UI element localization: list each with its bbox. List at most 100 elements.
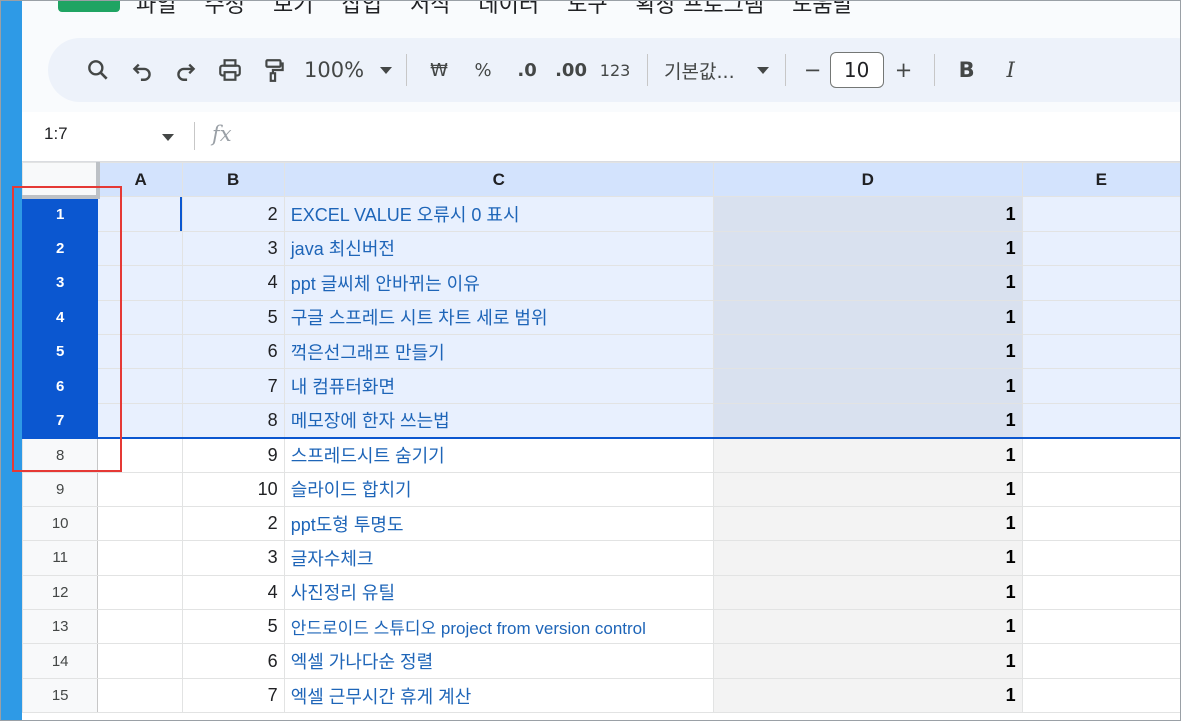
cell-d[interactable]: 1 bbox=[712, 643, 1023, 679]
cell-c[interactable]: EXCEL VALUE 오류시 0 표시 bbox=[283, 196, 714, 232]
currency-button[interactable]: ₩ bbox=[417, 50, 461, 90]
cell-b[interactable]: 8 bbox=[181, 402, 285, 439]
cell-c[interactable]: 스프레드시트 숨기기 bbox=[283, 437, 714, 473]
cell-b[interactable]: 3 bbox=[181, 230, 285, 267]
cell-b[interactable]: 6 bbox=[181, 643, 285, 679]
cell-c[interactable]: 메모장에 한자 쓰는법 bbox=[283, 402, 714, 439]
row-header[interactable]: 15 bbox=[22, 677, 99, 714]
cell-e[interactable] bbox=[1021, 402, 1181, 439]
cell-b[interactable]: 6 bbox=[181, 333, 285, 370]
cell-a[interactable] bbox=[97, 402, 183, 439]
cell-a[interactable] bbox=[97, 230, 183, 267]
column-header-c[interactable]: C bbox=[283, 162, 714, 198]
row-header[interactable]: 11 bbox=[22, 540, 99, 576]
cell-e[interactable] bbox=[1021, 368, 1181, 404]
cell-c[interactable]: 엑셀 근무시간 휴게 계산 bbox=[283, 677, 714, 714]
cell-d[interactable]: 1 bbox=[712, 230, 1023, 267]
row-header[interactable]: 5 bbox=[22, 333, 99, 370]
name-box[interactable]: 1:7 bbox=[44, 124, 68, 144]
cell-e[interactable] bbox=[1021, 609, 1181, 645]
cell-e[interactable] bbox=[1021, 677, 1181, 714]
menu-extensions[interactable]: 확장 프로그램 bbox=[622, 0, 778, 22]
cell-b[interactable]: 5 bbox=[181, 299, 285, 335]
cell-e[interactable] bbox=[1021, 505, 1181, 542]
column-header-b[interactable]: B bbox=[181, 162, 285, 198]
row-header[interactable]: 9 bbox=[22, 471, 99, 507]
select-all-corner[interactable] bbox=[22, 162, 100, 199]
cell-a[interactable] bbox=[97, 574, 183, 611]
cell-b[interactable]: 4 bbox=[181, 574, 285, 611]
cell-c[interactable]: ppt도형 투명도 bbox=[283, 505, 714, 542]
cell-d[interactable]: 1 bbox=[712, 368, 1023, 404]
menu-view[interactable]: 보기 bbox=[259, 0, 327, 22]
cell-a[interactable] bbox=[97, 609, 183, 645]
font-size-decrease-button[interactable]: − bbox=[796, 50, 830, 90]
row-header[interactable]: 2 bbox=[22, 230, 99, 267]
cell-e[interactable] bbox=[1021, 574, 1181, 611]
cell-d[interactable]: 1 bbox=[712, 437, 1023, 473]
cell-e[interactable] bbox=[1021, 265, 1181, 301]
cell-b[interactable]: 9 bbox=[181, 437, 285, 473]
cell-d[interactable]: 1 bbox=[712, 505, 1023, 542]
menu-file[interactable]: 파일 bbox=[122, 0, 190, 22]
cell-d[interactable]: 1 bbox=[712, 471, 1023, 507]
row-header[interactable]: 7 bbox=[22, 402, 99, 439]
menu-help[interactable]: 도움말 bbox=[778, 0, 867, 22]
cell-d[interactable]: 1 bbox=[712, 402, 1023, 439]
decrease-decimal-button[interactable]: .0 bbox=[505, 50, 549, 90]
cell-a[interactable] bbox=[97, 333, 183, 370]
cell-e[interactable] bbox=[1021, 333, 1181, 370]
cell-e[interactable] bbox=[1021, 196, 1181, 232]
cell-b[interactable]: 7 bbox=[181, 368, 285, 404]
cell-c[interactable]: 꺽은선그래프 만들기 bbox=[283, 333, 714, 370]
cell-e[interactable] bbox=[1021, 471, 1181, 507]
row-header[interactable]: 12 bbox=[22, 574, 99, 611]
cell-a[interactable] bbox=[97, 368, 183, 404]
cell-c[interactable]: ppt 글씨체 안바뀌는 이유 bbox=[283, 265, 714, 301]
row-header[interactable]: 13 bbox=[22, 609, 99, 645]
cell-a[interactable] bbox=[97, 299, 183, 335]
cell-d[interactable]: 1 bbox=[712, 677, 1023, 714]
cell-b[interactable]: 10 bbox=[181, 471, 285, 507]
row-header[interactable]: 14 bbox=[22, 643, 99, 679]
menu-data[interactable]: 데이터 bbox=[464, 0, 553, 22]
bold-button[interactable]: B bbox=[945, 50, 989, 90]
cell-c[interactable]: 글자수체크 bbox=[283, 540, 714, 576]
row-header[interactable]: 3 bbox=[22, 265, 99, 301]
cell-a[interactable] bbox=[97, 505, 183, 542]
paint-format-button[interactable] bbox=[252, 50, 296, 90]
number-format-button[interactable]: 123 bbox=[593, 50, 637, 90]
cell-e[interactable] bbox=[1021, 540, 1181, 576]
print-button[interactable] bbox=[208, 50, 252, 90]
cell-e[interactable] bbox=[1021, 437, 1181, 473]
cell-e[interactable] bbox=[1021, 299, 1181, 335]
font-select[interactable]: 기본값... bbox=[658, 50, 775, 90]
column-header-d[interactable]: D bbox=[712, 162, 1023, 198]
cell-e[interactable] bbox=[1021, 643, 1181, 679]
cell-a[interactable] bbox=[97, 437, 183, 473]
cell-a[interactable] bbox=[97, 540, 183, 576]
menu-edit[interactable]: 수정 bbox=[190, 0, 258, 22]
cell-c[interactable]: 내 컴퓨터화면 bbox=[283, 368, 714, 404]
row-header[interactable]: 8 bbox=[22, 437, 99, 473]
italic-button[interactable]: I bbox=[989, 50, 1033, 90]
undo-button[interactable] bbox=[120, 50, 164, 90]
cell-c[interactable]: 슬라이드 합치기 bbox=[283, 471, 714, 507]
row-header[interactable]: 6 bbox=[22, 368, 99, 404]
cell-b[interactable]: 2 bbox=[181, 196, 285, 232]
cell-d[interactable]: 1 bbox=[712, 333, 1023, 370]
cell-e[interactable] bbox=[1021, 230, 1181, 267]
cell-d[interactable]: 1 bbox=[712, 540, 1023, 576]
row-header[interactable]: 10 bbox=[22, 505, 99, 542]
percent-button[interactable]: % bbox=[461, 50, 505, 90]
cell-d[interactable]: 1 bbox=[712, 299, 1023, 335]
cell-d[interactable]: 1 bbox=[712, 609, 1023, 645]
cell-b[interactable]: 4 bbox=[181, 265, 285, 301]
search-button[interactable] bbox=[76, 50, 120, 90]
cell-b[interactable]: 5 bbox=[181, 609, 285, 645]
menu-insert[interactable]: 삽입 bbox=[327, 0, 395, 22]
cell-d[interactable]: 1 bbox=[712, 574, 1023, 611]
cell-b[interactable]: 7 bbox=[181, 677, 285, 714]
cell-b[interactable]: 2 bbox=[181, 505, 285, 542]
cell-c[interactable]: java 최신버전 bbox=[283, 230, 714, 267]
